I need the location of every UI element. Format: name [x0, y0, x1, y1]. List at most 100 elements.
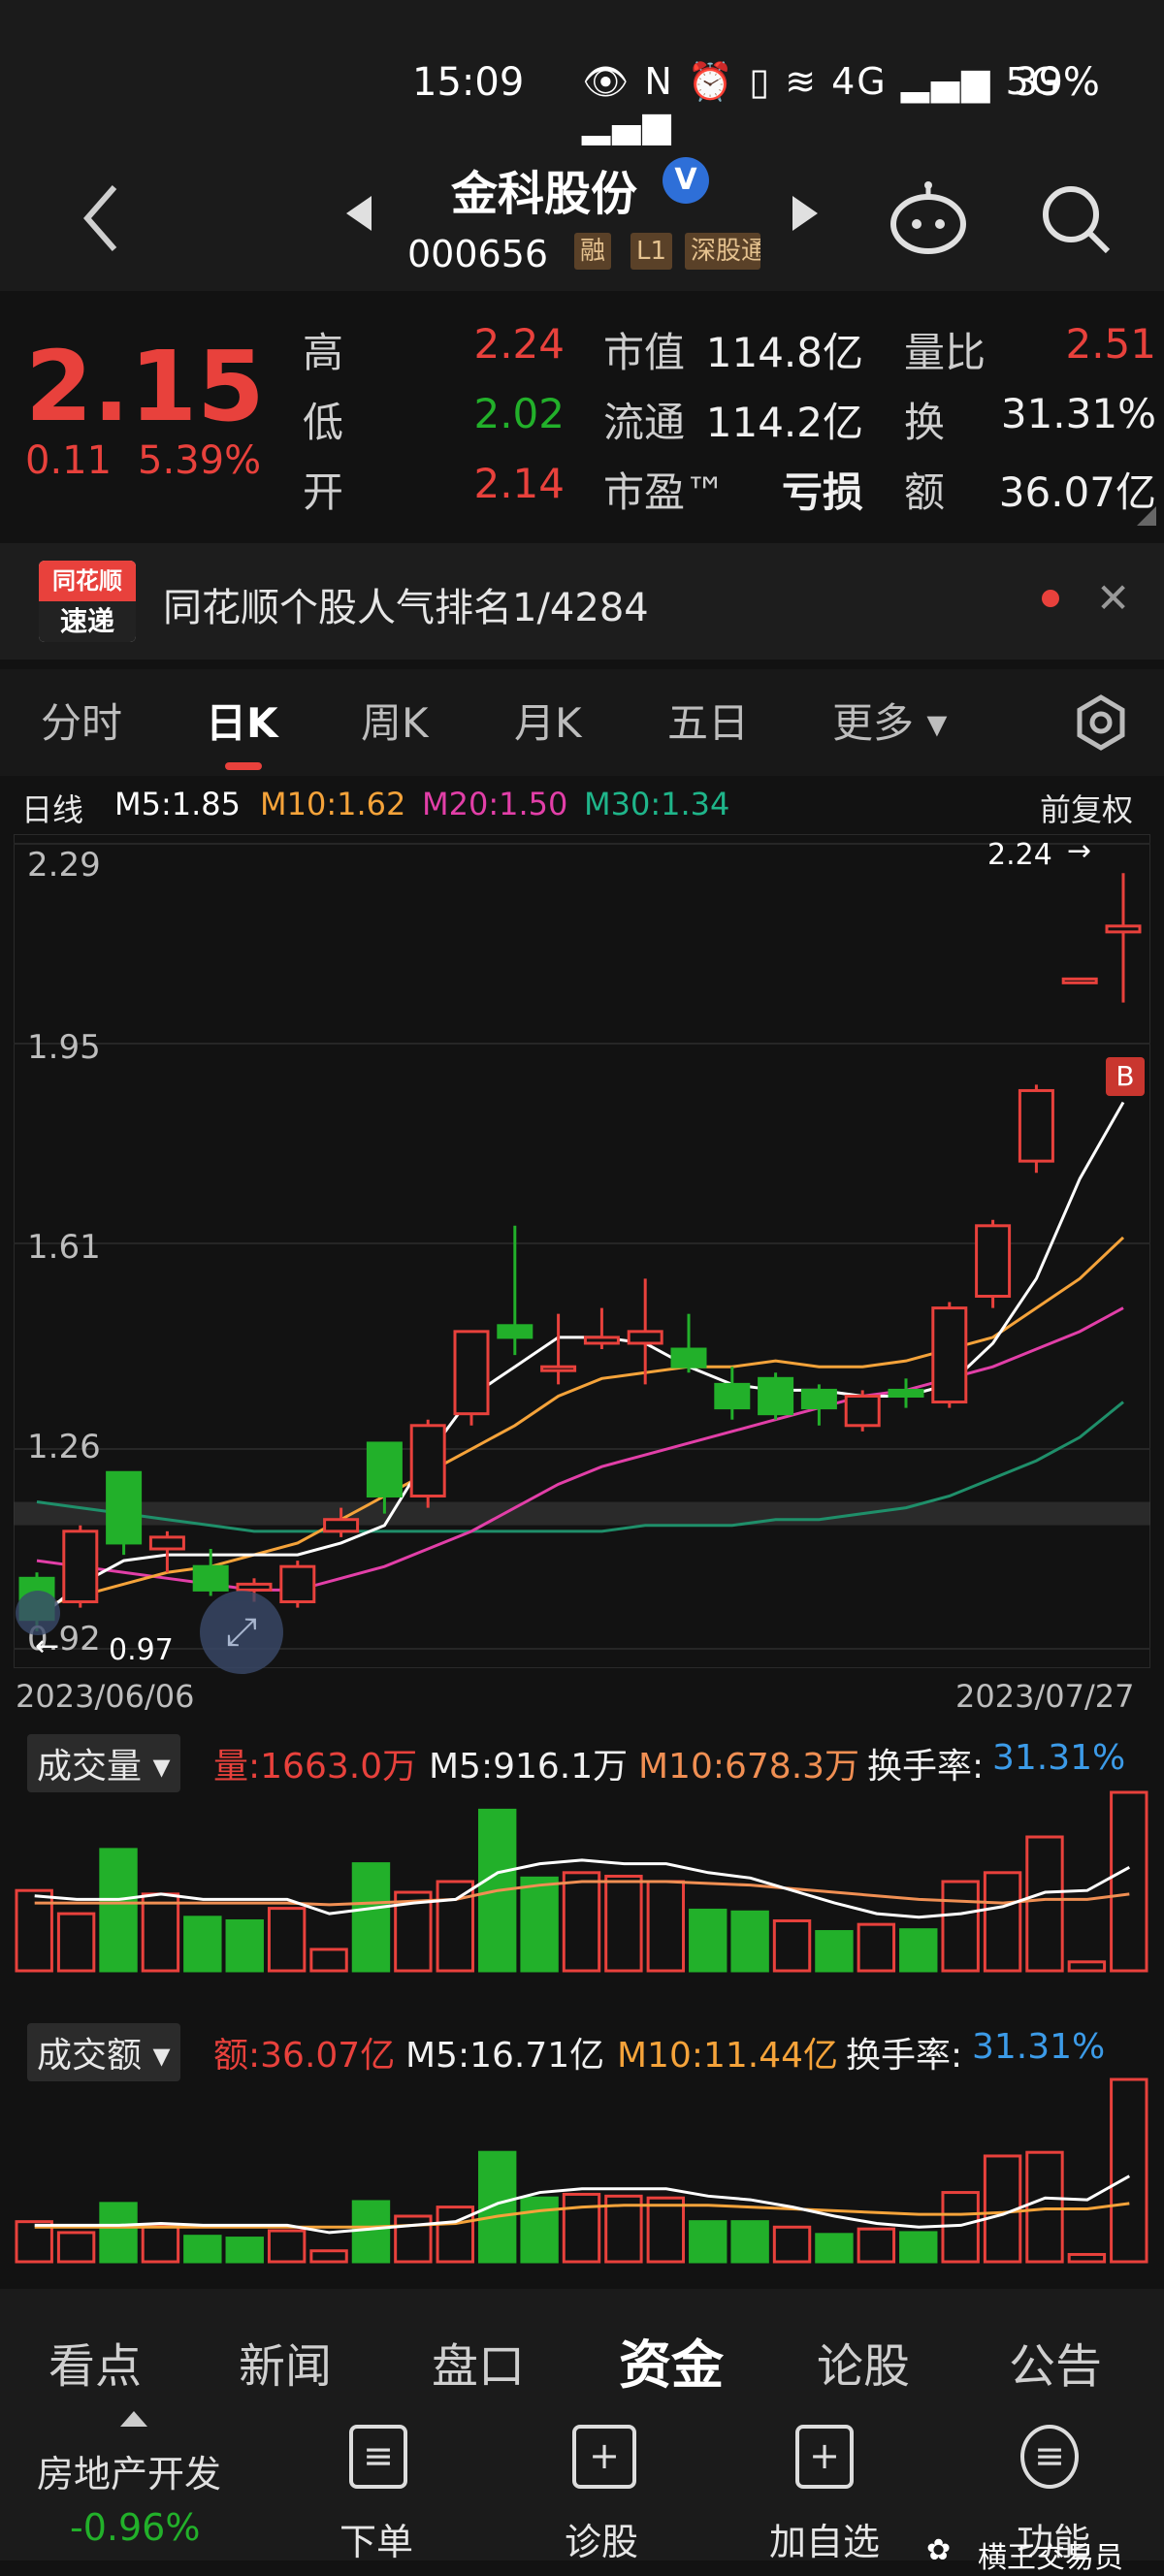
ma30-legend: M30:1.34: [584, 786, 730, 822]
amount-value: 额:36.07亿: [213, 2036, 396, 2076]
volume-ratio-value: 2.51: [1065, 320, 1156, 368]
tab-intraday[interactable]: 分时: [41, 691, 122, 750]
bar: [520, 2196, 559, 2264]
menu-icon[interactable]: ≡: [1020, 2425, 1079, 2489]
end-date: 2023/07/27: [955, 1678, 1135, 1715]
tab-capital-flow[interactable]: 资金: [619, 2322, 724, 2399]
bar: [309, 2249, 348, 2264]
settings-icon[interactable]: [1072, 693, 1130, 752]
back-icon[interactable]: [76, 179, 124, 257]
fullscreen-toggle-icon[interactable]: ⤢: [200, 1591, 283, 1674]
add-watchlist-button[interactable]: 加自选: [769, 2512, 880, 2565]
diagnose-button[interactable]: 诊股: [565, 2512, 638, 2565]
bar: [562, 1871, 601, 1973]
stock-name: 金科股份: [451, 167, 638, 221]
volume-turnover-value: 31.31%: [992, 1738, 1126, 1778]
banner-text[interactable]: 同花顺个股人气排名1/4284: [163, 576, 649, 632]
price-change-pct: 5.39%: [138, 438, 262, 483]
y-tick-1: 2.29: [27, 846, 101, 885]
y-tick-4: 1.26: [27, 1428, 101, 1466]
chevron-up-icon[interactable]: [118, 2409, 149, 2429]
volume-m5: M5:916.1万: [429, 1747, 629, 1787]
bar: [141, 1892, 180, 1973]
bar: [857, 2227, 896, 2264]
active-tab-indicator: [225, 762, 262, 770]
bar: [899, 1928, 938, 1973]
buy-signal-badge[interactable]: B: [1106, 1057, 1145, 1096]
y-tick-2: 1.95: [27, 1028, 101, 1067]
bar: [351, 1862, 391, 1973]
ths-express-logo: 同花顺 速递: [39, 561, 136, 642]
candle-body: [540, 1365, 577, 1372]
float-label: 流通: [603, 399, 686, 446]
status-time: 15:09: [412, 60, 525, 105]
price-change: 0.11: [25, 438, 113, 483]
max-price-marker: 2.24: [987, 838, 1052, 872]
tab-highlights[interactable]: 看点: [48, 2328, 142, 2396]
bar: [730, 2220, 769, 2264]
volume-indicator-dropdown[interactable]: 成交量 ▾: [27, 1734, 180, 1792]
bar: [309, 1948, 348, 1973]
open-value: 2.14: [473, 460, 565, 507]
notification-dot: [1042, 590, 1059, 607]
close-icon[interactable]: ✕: [1096, 574, 1130, 622]
add-watchlist-icon[interactable]: +: [795, 2425, 854, 2489]
turnover-label: 换: [904, 399, 946, 446]
search-icon[interactable]: [1038, 179, 1116, 257]
candle-body: [888, 1388, 924, 1398]
pe-value: 亏损: [781, 468, 863, 516]
pe-label: 市盈™: [603, 468, 727, 516]
candle-body: [279, 1564, 316, 1604]
max-arrow-icon: →: [1067, 834, 1092, 868]
volume-ratio-label: 量比: [904, 329, 986, 376]
ma10-legend: M10:1.62: [260, 786, 406, 822]
candle-body: [62, 1530, 99, 1604]
price-adjust-toggle[interactable]: 前复权: [1040, 786, 1133, 830]
candle-body: [975, 1224, 1012, 1298]
diagnose-icon[interactable]: +: [572, 2425, 636, 2489]
tab-order-book[interactable]: 盘口: [432, 2328, 525, 2396]
prev-stock-icon[interactable]: [344, 194, 373, 233]
candle-body: [583, 1336, 620, 1345]
bar: [267, 1907, 307, 1973]
mcap-label: 市值: [603, 329, 686, 376]
open-label: 开: [303, 468, 344, 516]
ma5-legend: M5:1.85: [114, 786, 241, 822]
bar: [351, 2200, 391, 2264]
stock-code: 000656: [407, 233, 549, 275]
bar: [1025, 1835, 1064, 1973]
bar: [267, 2229, 307, 2264]
amount-chart[interactable]: [14, 2072, 1150, 2266]
tab-discussion[interactable]: 论股: [817, 2328, 910, 2396]
bar: [436, 1880, 474, 1973]
float-value: 114.2亿: [705, 399, 863, 446]
bar: [899, 2231, 938, 2264]
kline-chart[interactable]: [14, 834, 1150, 1668]
watermark-icon: ✿: [926, 2533, 952, 2567]
scroll-left-icon[interactable]: [16, 1591, 60, 1635]
tab-more[interactable]: 更多 ▾: [832, 691, 947, 750]
tab-announcements[interactable]: 公告: [1009, 2328, 1102, 2396]
tab-weekly-k[interactable]: 周K: [361, 691, 429, 750]
candle-body: [1061, 977, 1098, 984]
volume-chart[interactable]: [14, 1785, 1150, 1975]
sector-name[interactable]: 房地产开发: [37, 2444, 221, 2497]
candle-body: [323, 1518, 360, 1533]
tab-daily-k[interactable]: 日K: [206, 691, 278, 750]
tab-five-day[interactable]: 五日: [667, 691, 749, 750]
volume-title: 成交量: [37, 1747, 143, 1787]
ma-line-m10: [36, 1236, 1125, 1610]
robot-assistant-icon[interactable]: [888, 179, 969, 257]
expand-corner-icon[interactable]: [1137, 506, 1156, 526]
next-stock-icon[interactable]: [791, 194, 820, 233]
battery-level: 39%: [1014, 60, 1100, 105]
bar: [183, 1916, 222, 1973]
tab-news[interactable]: 新闻: [239, 2328, 332, 2396]
amount-m5: M5:16.71亿: [405, 2036, 605, 2076]
bar: [477, 2150, 517, 2264]
order-icon[interactable]: ≡: [349, 2425, 407, 2489]
bar: [689, 2220, 728, 2264]
bar: [141, 2223, 180, 2264]
tab-monthly-k[interactable]: 月K: [514, 691, 582, 750]
order-button[interactable]: 下单: [340, 2512, 413, 2565]
